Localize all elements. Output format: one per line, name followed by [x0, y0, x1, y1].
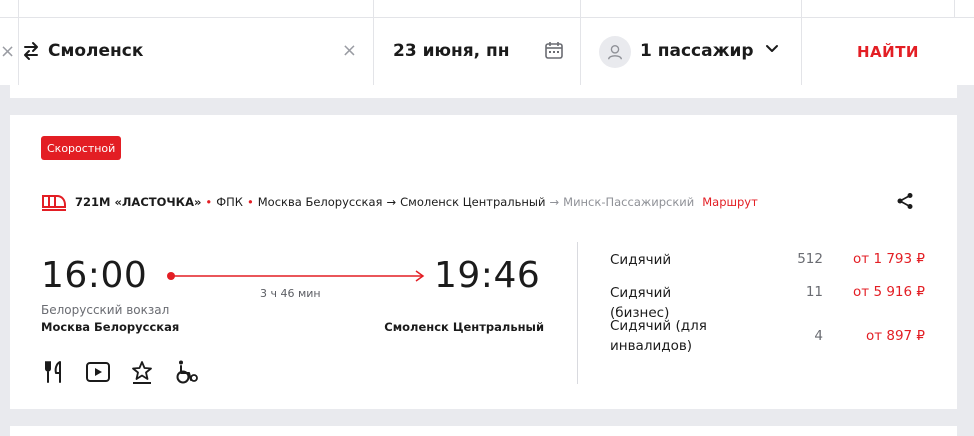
top-strip [0, 0, 974, 18]
from-field[interactable]: × [0, 18, 18, 85]
fare-class: Сидячий [610, 252, 672, 268]
search-bar: × Смоленск × 23 июня, пн 1 пассажир НАЙТ… [0, 18, 974, 85]
route-to: Смоленск Центральный [400, 195, 546, 209]
arrival-station: Смоленск Центральный [384, 320, 544, 334]
chevron-down-icon[interactable] [765, 44, 779, 54]
fare-price[interactable]: от 5 916 ₽ [853, 284, 925, 300]
route-final: Минск-Пассажирский [563, 195, 695, 209]
train-icon [42, 195, 66, 211]
arrow-right-icon: → [386, 195, 397, 209]
clear-to-icon[interactable]: × [342, 42, 357, 60]
restaurant-icon [45, 361, 61, 383]
find-button[interactable]: НАЙТИ [857, 43, 919, 61]
clear-from-icon[interactable]: × [0, 42, 15, 61]
separator-dot: • [246, 195, 254, 209]
find-cell: НАЙТИ [801, 18, 974, 85]
train-card[interactable]: Скоростной 721М «ЛАСТОЧКА» • ФПК • Москв… [10, 115, 957, 409]
passengers-select[interactable]: 1 пассажир [640, 41, 754, 61]
departure-terminal: Белорусский вокзал [41, 303, 170, 317]
user-icon [599, 36, 631, 68]
fare-seats: 11 [805, 284, 823, 300]
swap-icon[interactable] [21, 39, 41, 63]
date-input[interactable]: 23 июня, пн [393, 41, 510, 61]
amenities [41, 359, 199, 385]
video-icon [86, 362, 110, 382]
fare-row[interactable]: Сидячий 512 от 1 793 ₽ [610, 245, 925, 278]
top-strip-divider [580, 0, 581, 18]
top-strip-divider [373, 0, 374, 18]
travel-duration: 3 ч 46 мин [260, 287, 321, 300]
arrow-right-icon: → [549, 195, 560, 209]
to-field[interactable]: Смоленск × [18, 18, 373, 85]
top-strip-divider [954, 0, 955, 18]
separator-dot: • [205, 195, 213, 209]
fare-price[interactable]: от 1 793 ₽ [853, 251, 925, 267]
journey-arrow [167, 270, 425, 282]
train-name: 721М «ЛАСТОЧКА» [75, 195, 202, 209]
passengers-field[interactable]: 1 пассажир [580, 18, 801, 85]
card-divider [577, 242, 578, 384]
route-link[interactable]: Маршрут [702, 195, 758, 209]
top-strip-divider [18, 0, 19, 18]
date-field[interactable]: 23 июня, пн [373, 18, 580, 85]
departure-time: 16:00 [41, 255, 148, 296]
fare-seats: 4 [814, 328, 823, 344]
fare-row[interactable]: Сидячий (для инвалидов) 4 от 897 ₽ [610, 311, 925, 361]
carrier: ФПК [216, 195, 243, 209]
fare-class: Сидячий (для инвалидов) [610, 318, 707, 354]
next-train-card [10, 426, 957, 436]
fares-list: Сидячий 512 от 1 793 ₽ Сидячий (бизнес) … [610, 245, 925, 361]
route-from: Москва Белорусская [257, 195, 383, 209]
departure-station: Москва Белорусская [41, 320, 180, 334]
fare-seats: 512 [797, 251, 823, 267]
route-line: 721М «ЛАСТОЧКА» • ФПК • Москва Белорусск… [41, 193, 758, 211]
top-strip-divider [801, 0, 802, 18]
calendar-icon[interactable] [544, 40, 564, 60]
wheelchair-icon [176, 360, 198, 384]
to-input[interactable]: Смоленск [48, 41, 143, 61]
search-bar-bottom [10, 85, 957, 98]
fare-row[interactable]: Сидячий (бизнес) 11 от 5 916 ₽ [610, 278, 925, 321]
train-type-badge: Скоростной [41, 136, 122, 160]
comfort-icon [132, 361, 152, 384]
fare-price[interactable]: от 897 ₽ [866, 328, 925, 344]
arrival-time: 19:46 [434, 255, 541, 296]
share-icon[interactable] [896, 192, 914, 210]
